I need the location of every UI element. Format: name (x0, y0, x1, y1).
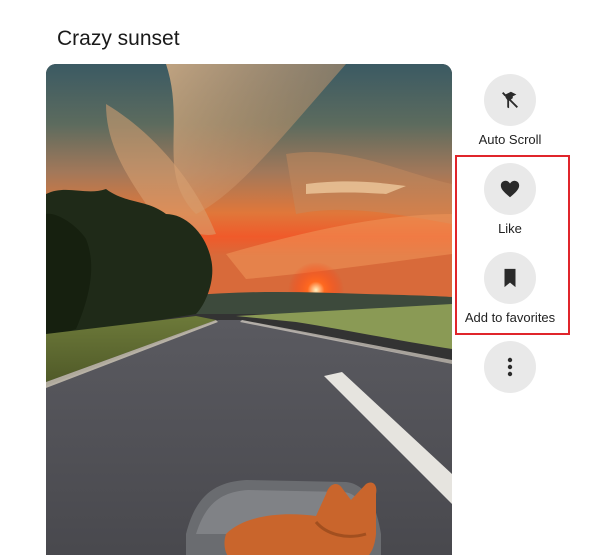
bookmark-icon (504, 268, 516, 288)
more-vertical-icon (507, 357, 513, 377)
add-to-favorites-button[interactable] (484, 252, 536, 304)
more-action (455, 341, 565, 393)
video-title: Crazy sunset (57, 27, 180, 50)
video-player[interactable] (46, 64, 452, 555)
video-frame (46, 64, 452, 555)
video-page: Crazy sunset Auto Scroll Like Add to fav… (0, 0, 591, 555)
auto-scroll-action: Auto Scroll (455, 74, 565, 147)
auto-scroll-icon (502, 91, 518, 109)
auto-scroll-button[interactable] (484, 74, 536, 126)
more-options-button[interactable] (484, 341, 536, 393)
like-label: Like (498, 221, 522, 236)
heart-icon (500, 180, 520, 198)
add-to-favorites-label: Add to favorites (464, 310, 556, 325)
favorites-action: Add to favorites (455, 252, 565, 325)
auto-scroll-label: Auto Scroll (478, 132, 542, 147)
like-action: Like (455, 163, 565, 236)
like-button[interactable] (484, 163, 536, 215)
